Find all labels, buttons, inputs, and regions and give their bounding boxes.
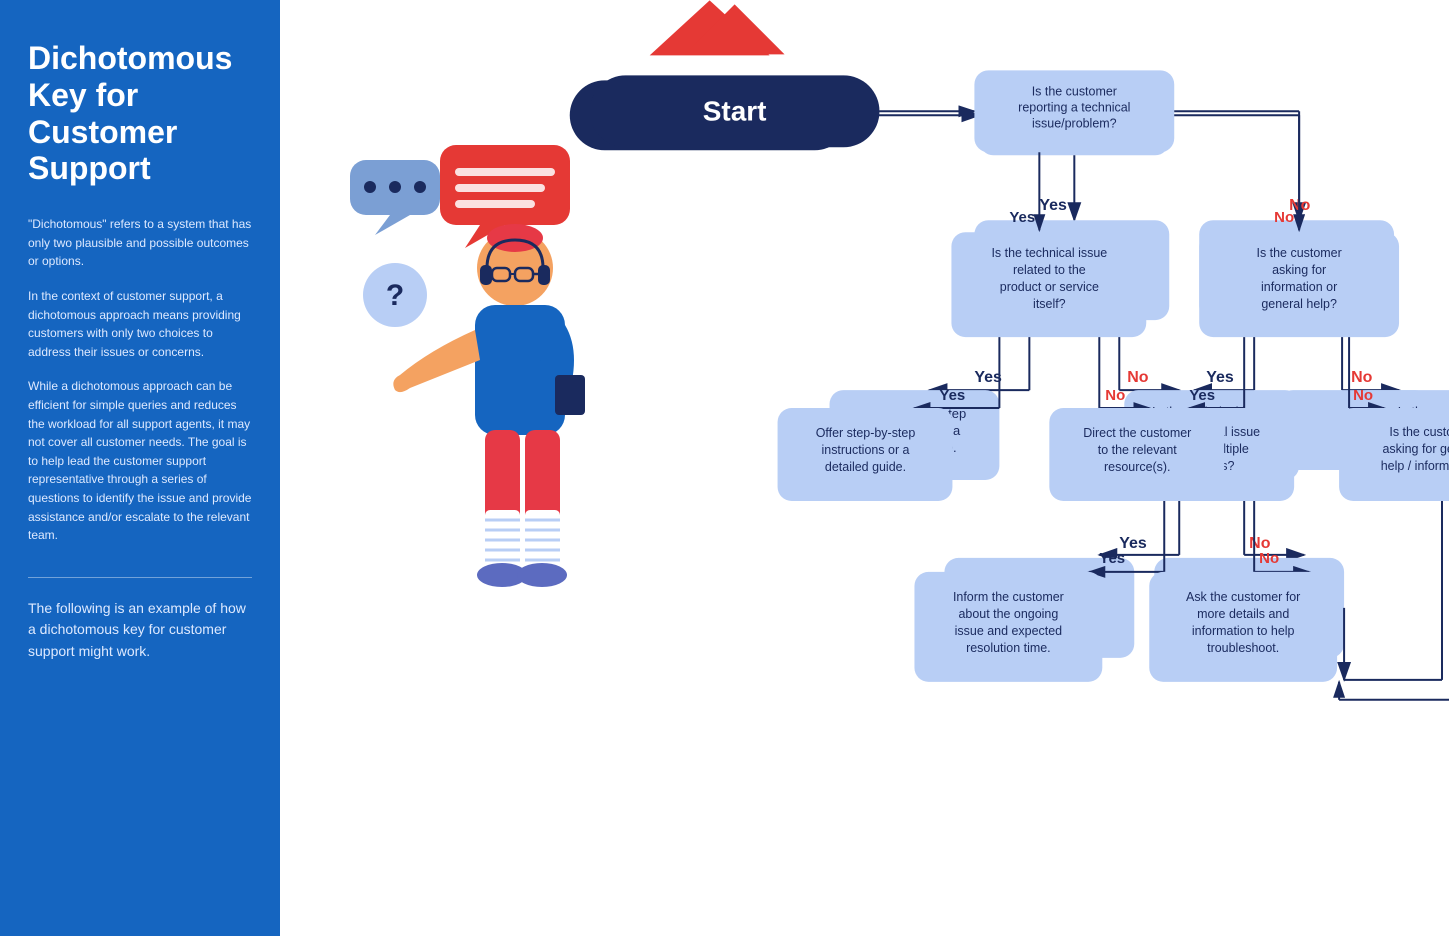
svg-text:itself?: itself? (1033, 297, 1066, 311)
sidebar: Dichotomous Key for Customer Support "Di… (0, 0, 280, 936)
sidebar-para1: "Dichotomous" refers to a system that ha… (28, 215, 252, 271)
svg-text:resource(s).: resource(s). (1104, 460, 1171, 474)
sidebar-para2: In the context of customer support, a di… (28, 287, 252, 361)
sidebar-title: Dichotomous Key for Customer Support (28, 40, 252, 187)
yes2: Yes (939, 387, 965, 404)
svg-text:issue/problem?: issue/problem? (1032, 116, 1117, 130)
svg-text:about the ongoing: about the ongoing (958, 607, 1058, 621)
no3: No (1353, 387, 1373, 404)
svg-text:help / information?: help / information? (1381, 459, 1449, 473)
no2: No (1105, 387, 1125, 404)
yes1: Yes (1009, 209, 1035, 226)
main-content: Start Is the customer reporting a techni… (280, 0, 1449, 936)
svg-text:information or: information or (1261, 280, 1337, 294)
svg-text:Direct the customer: Direct the customer (1083, 426, 1191, 440)
svg-text:detailed guide.: detailed guide. (825, 460, 906, 474)
sidebar-bottom-text: The following is an example of how a dic… (28, 598, 252, 663)
svg-text:Inform the customer: Inform the customer (953, 590, 1064, 604)
flowchart-area: Start Is the customer reporting a techni… (280, 0, 1449, 936)
svg-text:instructions or a: instructions or a (821, 443, 909, 457)
svg-text:general help?: general help? (1261, 297, 1337, 311)
svg-text:Ask the customer for: Ask the customer for (1186, 590, 1300, 604)
svg-text:asking for general: asking for general (1382, 442, 1449, 456)
sidebar-divider (28, 577, 252, 578)
yes4: Yes (1099, 550, 1125, 567)
top-red-triangle (685, 4, 785, 54)
svg-text:Is the customer: Is the customer (1257, 246, 1342, 260)
sidebar-para3: While a dichotomous approach can be effi… (28, 377, 252, 544)
svg-text:issue and expected: issue and expected (955, 624, 1063, 638)
svg-text:Is the customer: Is the customer (1389, 425, 1449, 439)
svg-text:more details and: more details and (1197, 607, 1289, 621)
no1: No (1274, 209, 1294, 226)
svg-text:Offer step-by-step: Offer step-by-step (816, 426, 916, 440)
yes3: Yes (1189, 387, 1215, 404)
svg-text:Is the technical issue: Is the technical issue (991, 246, 1107, 260)
flowchart-overlay: Start Is the customer reporting a techni… (280, 0, 1449, 936)
svg-text:asking for: asking for (1272, 263, 1326, 277)
svg-text:to the relevant: to the relevant (1098, 443, 1178, 457)
svg-text:reporting a technical: reporting a technical (1018, 100, 1130, 114)
svg-text:troubleshoot.: troubleshoot. (1207, 641, 1279, 655)
svg-text:information to help: information to help (1192, 624, 1295, 638)
svg-text:related to the: related to the (1013, 263, 1086, 277)
svg-text:product or service: product or service (1000, 280, 1099, 294)
no4: No (1259, 550, 1279, 567)
svg-text:resolution time.: resolution time. (966, 641, 1051, 655)
svg-text:Is the customer: Is the customer (1032, 84, 1117, 98)
start-text: Start (703, 95, 767, 126)
